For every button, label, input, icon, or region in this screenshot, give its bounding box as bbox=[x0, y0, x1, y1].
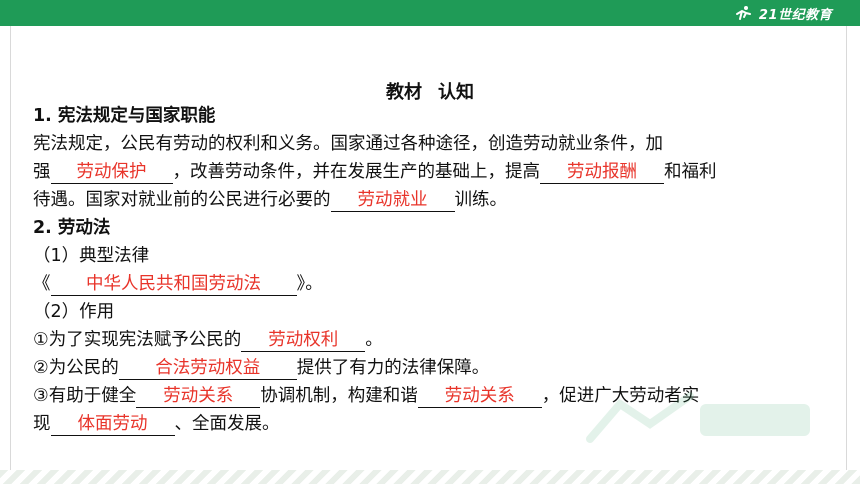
r1b: 。 bbox=[365, 330, 383, 350]
r3a: ③有助于健全 bbox=[33, 386, 137, 406]
answer-blank-4: 中华人民共和国劳动法 bbox=[50, 273, 297, 296]
r2a: ②为公民的 bbox=[33, 358, 119, 378]
watermark-icon bbox=[586, 392, 810, 443]
s2-sub1: （1）典型法律 bbox=[33, 246, 150, 266]
s1-p2b: ，改善劳动条件，并在发展生产的基础上，提高 bbox=[172, 162, 541, 182]
header-bar: 21世纪教育 bbox=[0, 0, 860, 26]
answer-blank-2: 劳动报酬 bbox=[540, 161, 664, 184]
runner-icon bbox=[735, 6, 751, 20]
s1-p3b: 训练。 bbox=[454, 190, 508, 210]
s2-sub2: （2）作用 bbox=[33, 302, 115, 322]
law-pre: 《 bbox=[33, 274, 51, 294]
s1-line1: 宪法规定，公民有劳动的权利和义务。国家通过各种途径，创造劳动就业条件，加 bbox=[33, 130, 833, 158]
s1-p2a: 强 bbox=[33, 162, 51, 182]
answer-blank-9: 体面劳动 bbox=[50, 413, 175, 436]
answer-blank-3: 劳动就业 bbox=[330, 189, 455, 212]
s2-r1: ①为了实现宪法赋予公民的 劳动权利。 bbox=[33, 326, 833, 354]
logo-text: 21世纪教育 bbox=[758, 7, 832, 23]
section1-heading: 1. 宪法规定与国家职能 bbox=[33, 106, 216, 126]
law-post: 》。 bbox=[296, 274, 323, 294]
title-right: 认知 bbox=[438, 82, 474, 103]
s1-p3a: 待遇。国家对就业前的公民进行必要的 bbox=[33, 190, 331, 210]
answer-blank-6: 合法劳动权益 bbox=[118, 357, 297, 380]
slide-title: 教材 认知 bbox=[0, 78, 860, 104]
s2-law-line: 《中华人民共和国劳动法 》。 bbox=[33, 270, 833, 298]
s2-r2: ②为公民的 合法劳动权益 提供了有力的法律保障。 bbox=[33, 354, 833, 382]
s1-p2c: 和福利 bbox=[664, 162, 717, 182]
footer-stripe bbox=[0, 470, 860, 484]
section2-heading: 2. 劳动法 bbox=[33, 218, 111, 238]
answer-blank-8: 劳动关系 bbox=[417, 385, 542, 408]
r3b: 协调机制，构建和谐 bbox=[260, 386, 418, 406]
answer-blank-5: 劳动权利 bbox=[241, 329, 366, 352]
answer-blank-1: 劳动保护 bbox=[50, 161, 173, 184]
r2b: 提供了有力的法律保障。 bbox=[296, 358, 490, 378]
s1-p1: 宪法规定，公民有劳动的权利和义务。国家通过各种途径，创造劳动就业条件，加 bbox=[33, 134, 663, 154]
s1-line3: 待遇。国家对就业前的公民进行必要的 劳动就业 训练。 bbox=[33, 186, 833, 214]
answer-blank-7: 劳动关系 bbox=[136, 385, 261, 408]
title-left: 教材 bbox=[386, 82, 422, 103]
s1-line2: 强劳动保护 ，改善劳动条件，并在发展生产的基础上，提高 劳动报酬 和福利 bbox=[33, 158, 833, 186]
r4b: 、全面发展。 bbox=[174, 414, 280, 434]
r4a: 现 bbox=[33, 414, 51, 434]
r1a: ①为了实现宪法赋予公民的 bbox=[33, 330, 242, 350]
logo: 21世纪教育 bbox=[733, 3, 832, 23]
